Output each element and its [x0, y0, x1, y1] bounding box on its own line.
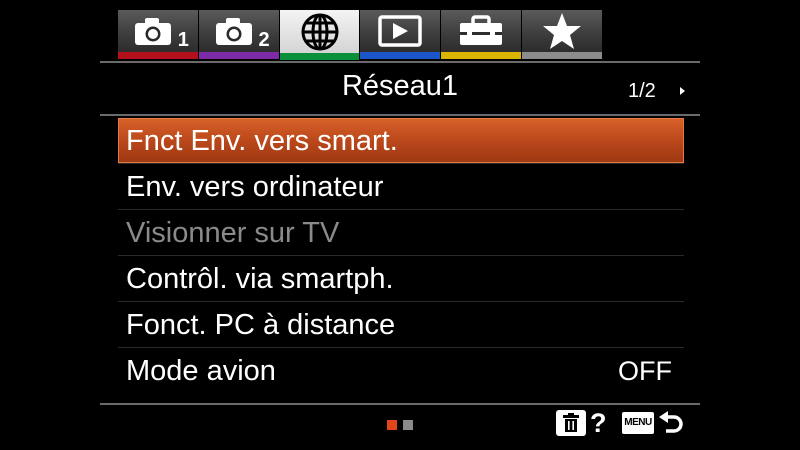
playback-icon [378, 15, 423, 47]
menu-item-send-to-computer[interactable]: Env. vers ordinateur [118, 164, 684, 210]
page-dot [403, 420, 413, 430]
tab-setup[interactable] [441, 10, 522, 59]
menu-item-view-on-tv: Visionner sur TV [118, 210, 684, 256]
tab-stripe [279, 53, 360, 60]
globe-icon [301, 13, 339, 50]
menu-item-label: Fonct. PC à distance [126, 309, 396, 341]
tab-shooting-2[interactable]: 2 [198, 10, 279, 59]
menu-item-send-to-smartphone[interactable]: Fnct Env. vers smart. [118, 118, 684, 164]
camera-menu-screen: 1 2 Réseau1 1/2 Fnct Env. vers smart. En… [0, 0, 800, 450]
menu-item-smartphone-control[interactable]: Contrôl. via smartph. [118, 256, 684, 302]
tab-number: 2 [258, 29, 270, 51]
menu-item-label: Mode avion [126, 355, 276, 387]
star-icon [543, 13, 582, 49]
page-dots [387, 420, 419, 430]
menu-item-label: Contrôl. via smartph. [126, 263, 394, 295]
menu-item-label: Fnct Env. vers smart. [126, 125, 398, 157]
help-icon[interactable]: ? [590, 408, 607, 439]
divider [100, 114, 700, 116]
menu-tabs: 1 2 [118, 10, 602, 60]
menu-item-pc-remote[interactable]: Fonct. PC à distance [118, 302, 684, 348]
menu-item-label: Env. vers ordinateur [126, 171, 384, 203]
menu-key-button[interactable]: MENU [622, 412, 654, 434]
tab-shooting-1[interactable]: 1 [118, 10, 198, 59]
page-title: Réseau1 [341, 70, 459, 102]
menu-item-value: OFF [618, 356, 672, 386]
back-arrow-icon[interactable] [657, 410, 685, 438]
menu-list: Fnct Env. vers smart. Env. vers ordinate… [118, 118, 684, 394]
trash-button[interactable] [556, 410, 586, 436]
tab-stripe [118, 52, 198, 59]
tab-network[interactable] [279, 10, 360, 60]
tab-number: 1 [177, 29, 189, 51]
divider [100, 403, 700, 405]
trash-icon [563, 413, 579, 432]
camera-icon [134, 18, 171, 45]
tab-stripe [360, 52, 441, 59]
tab-playback[interactable] [360, 10, 441, 59]
camera-icon [215, 18, 252, 45]
tab-stripe [522, 52, 602, 59]
menu-item-airplane-mode[interactable]: Mode avion OFF [118, 348, 684, 394]
tab-my-menu[interactable] [522, 10, 602, 59]
page-indicator: 1/2 [628, 80, 656, 102]
tab-stripe [198, 52, 279, 59]
tab-stripe [441, 52, 522, 59]
divider [100, 61, 700, 63]
page-dot-active [387, 420, 397, 430]
toolbox-icon [460, 15, 503, 45]
next-page-arrow-icon[interactable] [680, 87, 685, 95]
menu-item-label: Visionner sur TV [126, 217, 340, 249]
